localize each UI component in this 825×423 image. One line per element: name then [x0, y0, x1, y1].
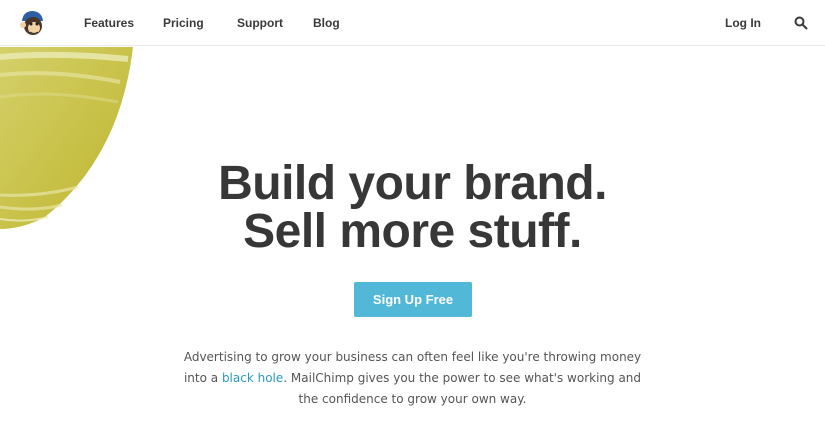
nav-support-link[interactable]: Support [237, 16, 283, 30]
sign-up-free-button[interactable]: Sign Up Free [354, 282, 472, 317]
hero-title-line1: Build your brand. [218, 157, 607, 210]
nav-pricing-link[interactable]: Pricing [163, 16, 204, 30]
hero-description: Advertising to grow your business can of… [180, 347, 645, 410]
nav-blog-link[interactable]: Blog [313, 16, 340, 30]
login-link[interactable]: Log In [725, 16, 761, 30]
search-icon[interactable] [794, 16, 808, 30]
top-navigation: Features Pricing Support Blog Log In [0, 0, 825, 46]
description-text-2: . MailChimp gives you the power to see w… [283, 371, 642, 406]
nav-features-link[interactable]: Features [84, 16, 134, 30]
black-hole-link[interactable]: black hole [222, 371, 283, 385]
hero-title-line2: Sell more stuff. [243, 205, 582, 258]
mailchimp-logo-icon[interactable] [17, 8, 47, 38]
